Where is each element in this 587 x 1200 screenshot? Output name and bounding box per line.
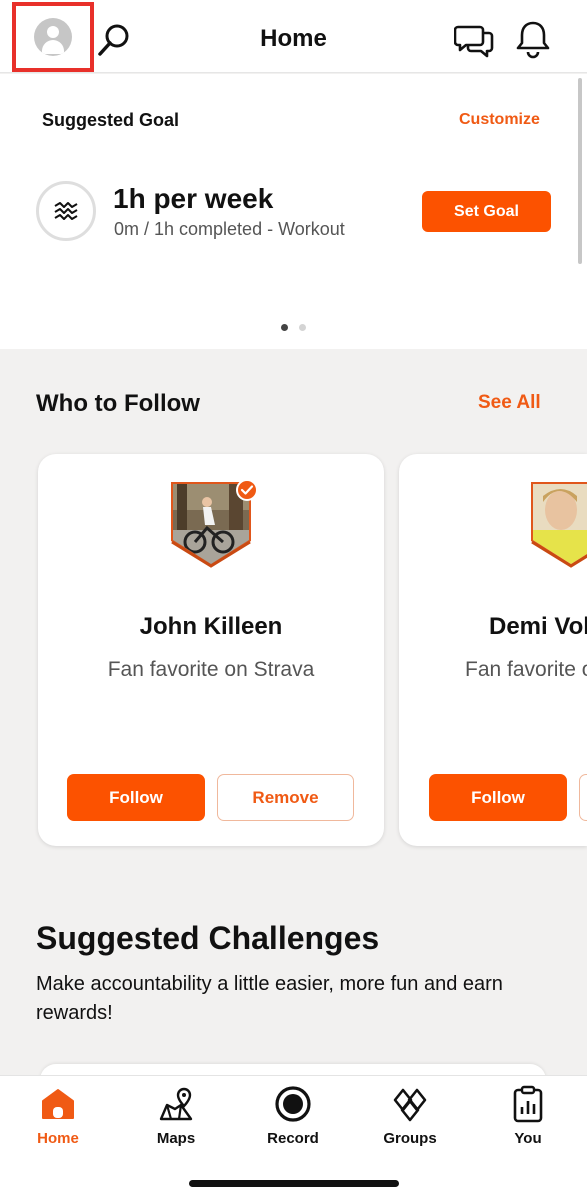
who-to-follow-heading: Who to Follow: [36, 390, 200, 417]
tab-label: Record: [267, 1130, 319, 1147]
pager-dot-active[interactable]: [281, 324, 288, 331]
suggested-challenges-description: Make accountability a little easier, mor…: [36, 973, 503, 1024]
messages-button[interactable]: [452, 20, 496, 60]
athlete-badge-photo: [531, 482, 587, 568]
notifications-button[interactable]: [513, 18, 553, 60]
customize-link[interactable]: Customize: [459, 111, 540, 129]
maps-icon: [159, 1087, 193, 1121]
scrollbar[interactable]: [578, 78, 582, 264]
top-app-bar: Home: [0, 0, 587, 73]
tab-label: Maps: [156, 1130, 196, 1147]
tab-home[interactable]: Home: [8, 1084, 108, 1154]
workout-wave-icon: [54, 202, 78, 220]
tab-maps[interactable]: Maps: [126, 1084, 226, 1154]
groups-icon: [393, 1088, 427, 1122]
set-goal-button[interactable]: Set Goal: [422, 191, 551, 232]
bell-icon: [516, 21, 550, 59]
athlete-name: John Killeen: [139, 613, 283, 640]
follow-suggestion-card[interactable]: John Killeen Fan favorite on Strava Foll…: [38, 454, 384, 846]
tab-record[interactable]: Record: [243, 1084, 343, 1154]
goal-progress-text: 0m / 1h completed - Workout: [114, 219, 345, 239]
verified-check-icon: [236, 479, 258, 501]
follow-button[interactable]: Follow: [429, 774, 567, 821]
goal-value: 1h per week: [113, 183, 274, 214]
suggested-goal-heading: Suggested Goal: [42, 110, 180, 130]
goal-progress-ring: [36, 181, 96, 241]
tab-label: Home: [37, 1130, 79, 1147]
remove-button[interactable]: [579, 774, 587, 821]
tab-you[interactable]: You: [478, 1084, 578, 1154]
athlete-subtitle: Fan favorite o: [465, 658, 587, 681]
suggested-challenges-heading: Suggested Challenges: [36, 920, 380, 956]
home-icon: [42, 1089, 74, 1119]
follow-button[interactable]: Follow: [67, 774, 205, 821]
remove-button[interactable]: Remove: [217, 774, 354, 821]
home-indicator[interactable]: [189, 1180, 399, 1187]
pager-dot[interactable]: [299, 324, 306, 331]
page-title: Home: [260, 25, 327, 52]
tab-label: Groups: [383, 1130, 437, 1147]
chat-icon: [454, 25, 494, 58]
athlete-name: Demi Vol: [489, 613, 587, 640]
tab-groups[interactable]: Groups: [360, 1084, 460, 1154]
athlete-subtitle: Fan favorite on Strava: [107, 658, 315, 681]
you-icon: [513, 1085, 543, 1123]
record-icon: [275, 1086, 311, 1122]
see-all-link[interactable]: See All: [478, 392, 541, 414]
tab-label: You: [514, 1130, 542, 1147]
follow-suggestion-card[interactable]: Demi Vol Fan favorite o Follow: [399, 454, 587, 846]
